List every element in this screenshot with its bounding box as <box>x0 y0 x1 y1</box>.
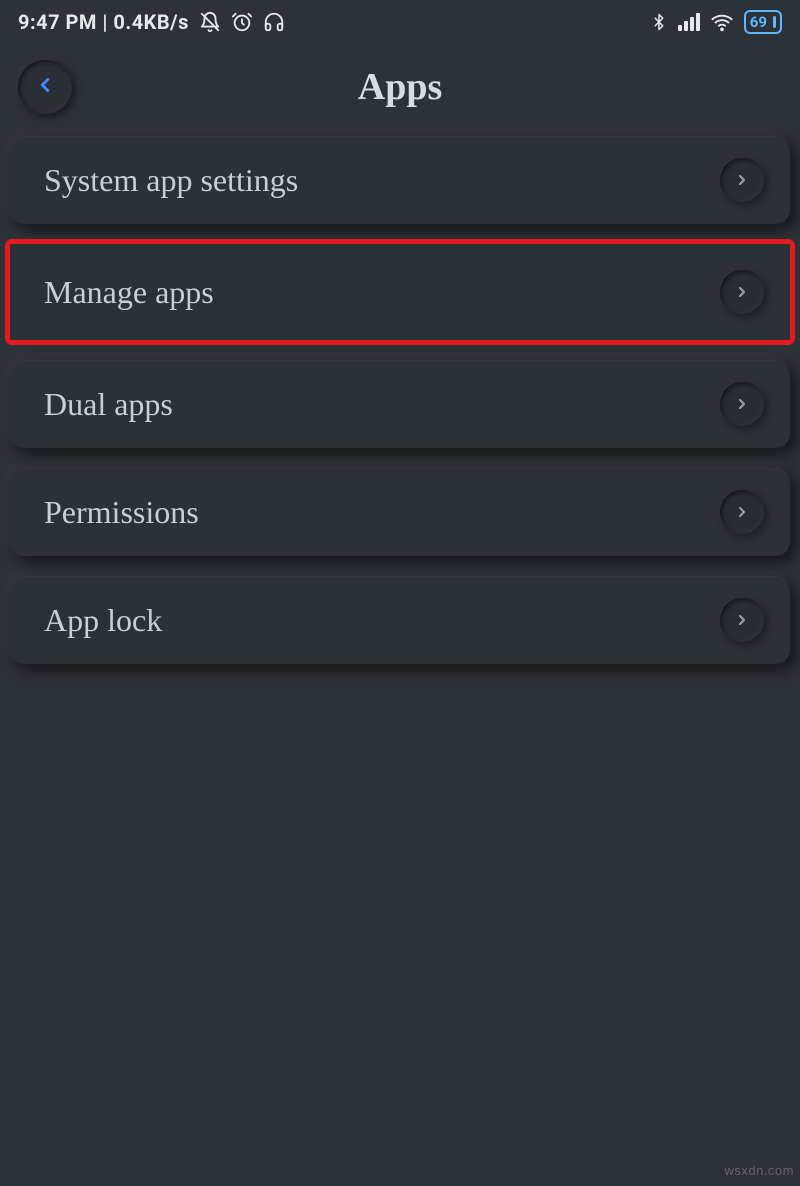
chevron-right-icon <box>720 598 764 642</box>
alarm-icon <box>231 11 253 33</box>
headphones-icon <box>263 11 285 33</box>
row-manage-apps[interactable]: Manage apps <box>10 244 790 340</box>
bell-off-icon <box>199 11 221 33</box>
row-label: Permissions <box>44 494 199 531</box>
settings-list: System app settings Manage apps Dual app… <box>0 132 800 664</box>
row-system-app-settings[interactable]: System app settings <box>10 136 790 224</box>
row-app-lock[interactable]: App lock <box>10 576 790 664</box>
row-label: Manage apps <box>44 274 214 311</box>
chevron-right-icon <box>720 490 764 534</box>
row-permissions[interactable]: Permissions <box>10 468 790 556</box>
back-button[interactable] <box>18 60 72 114</box>
row-label: App lock <box>44 602 162 639</box>
status-bar: 9:47 PM | 0.4KB/s 69 <box>0 0 800 42</box>
row-dual-apps[interactable]: Dual apps <box>10 360 790 448</box>
status-right: 69 <box>650 10 782 34</box>
status-left: 9:47 PM | 0.4KB/s <box>18 10 285 34</box>
watermark: wsxdn.com <box>724 1163 794 1178</box>
status-time: 9:47 PM | 0.4KB/s <box>18 10 189 34</box>
chevron-left-icon <box>34 70 56 105</box>
row-label: System app settings <box>44 162 298 199</box>
chevron-right-icon <box>720 158 764 202</box>
battery-pct: 69 <box>750 13 767 31</box>
signal-icon <box>678 13 700 31</box>
chevron-right-icon <box>720 270 764 314</box>
row-label: Dual apps <box>44 386 173 423</box>
page-title: Apps <box>358 65 443 109</box>
header: Apps <box>0 42 800 132</box>
battery-icon: 69 <box>744 10 782 34</box>
chevron-right-icon <box>720 382 764 426</box>
wifi-icon <box>710 11 734 33</box>
bluetooth-icon <box>650 11 668 33</box>
